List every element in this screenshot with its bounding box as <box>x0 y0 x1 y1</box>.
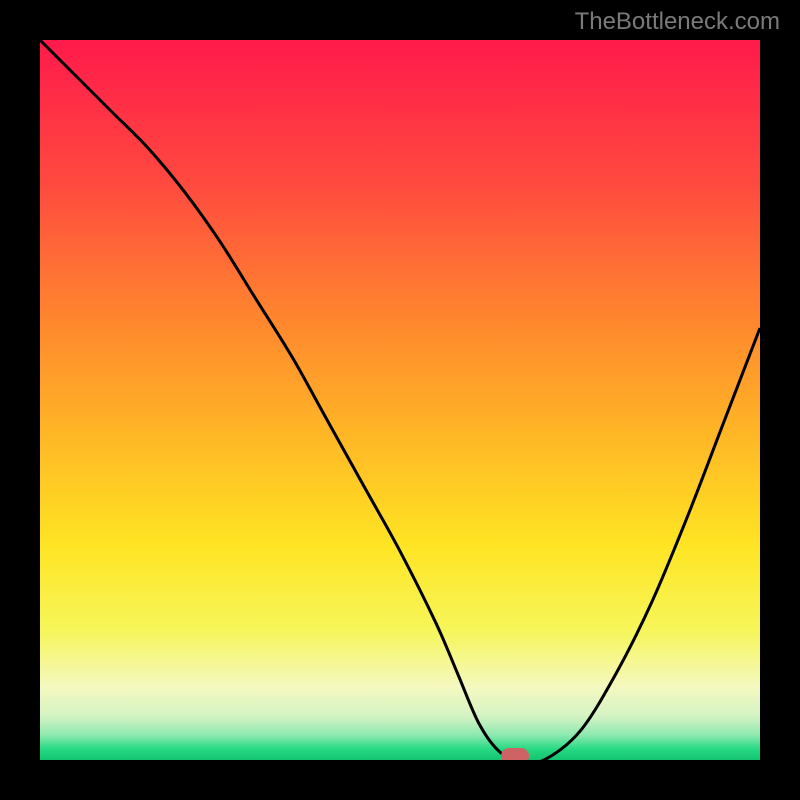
watermark-text: TheBottleneck.com <box>575 8 780 36</box>
curve-layer <box>40 40 760 760</box>
optimal-marker <box>501 748 529 760</box>
plot-area <box>40 40 760 760</box>
bottleneck-curve <box>40 40 760 760</box>
chart-stage: TheBottleneck.com <box>0 0 800 800</box>
